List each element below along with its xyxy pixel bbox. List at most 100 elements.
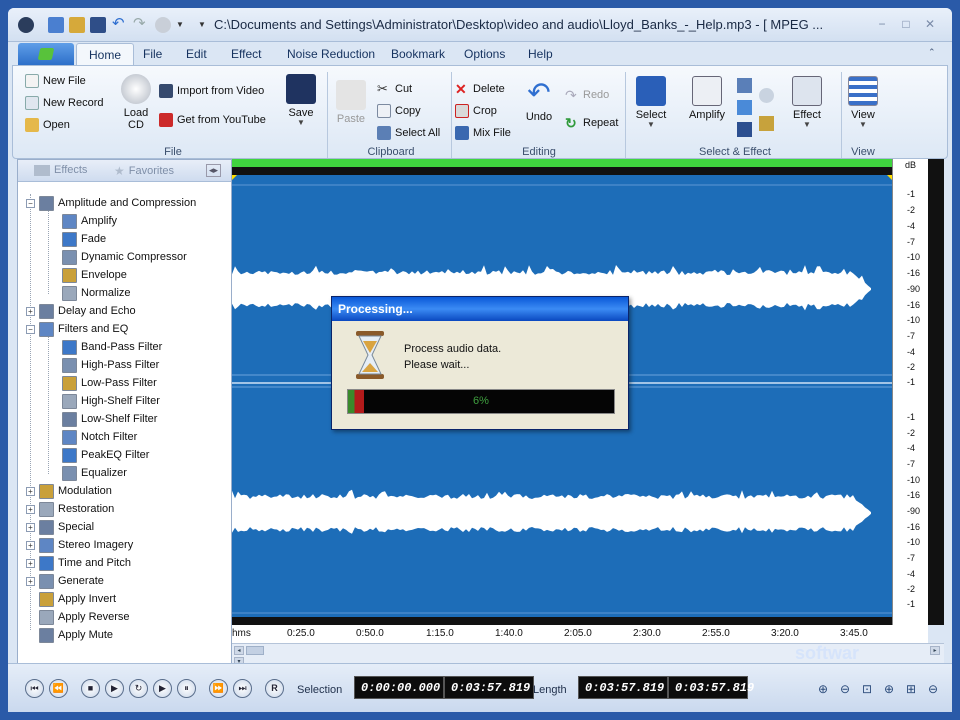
tree-item[interactable]: + Generate [26, 572, 104, 590]
tree-item[interactable]: High-Pass Filter [62, 356, 159, 374]
undo-button[interactable]: ↶ Undo [521, 78, 557, 124]
zoom-out-icon[interactable]: ⊖ [840, 682, 854, 696]
tree-item[interactable]: + Time and Pitch [26, 554, 131, 572]
tree-item[interactable]: + Stereo Imagery [26, 536, 133, 554]
tab-effects[interactable]: Effects [34, 164, 87, 176]
tree-item[interactable]: High-Shelf Filter [62, 392, 160, 410]
selection-end-field[interactable]: 0:03:57.819 [444, 676, 534, 699]
open-folder-icon[interactable] [69, 17, 85, 33]
tree-item[interactable]: Normalize [62, 284, 131, 302]
new-file-button[interactable]: New File [25, 72, 86, 90]
tree-item[interactable]: Apply Invert [26, 590, 116, 608]
tab-favorites[interactable]: ★ Favorites [114, 164, 174, 178]
cd-icon[interactable] [155, 17, 171, 33]
tree-item[interactable]: − Filters and EQ [26, 320, 128, 338]
tab-noise-reduction[interactable]: Noise Reduction [287, 47, 375, 61]
tree-item[interactable]: Envelope [62, 266, 127, 284]
tree-item[interactable]: + Restoration [26, 500, 114, 518]
mix-file-button[interactable]: Mix File [455, 124, 511, 142]
save-button[interactable]: Save ▼ [283, 74, 319, 127]
tree-expander-icon[interactable]: + [26, 522, 35, 532]
stop-icon[interactable]: ■ [81, 679, 100, 698]
overview-bar[interactable] [232, 159, 892, 167]
paste-button[interactable]: Paste [333, 80, 369, 125]
effect-button[interactable]: Effect ▼ [789, 76, 825, 129]
qat-customize-icon[interactable]: ▼ [198, 17, 214, 33]
delete-button[interactable]: ✕ Delete [455, 80, 505, 98]
tree-item[interactable]: PeakEQ Filter [62, 446, 149, 464]
go-to-end-icon[interactable]: ⏭ [233, 679, 252, 698]
load-cd-button[interactable]: Load CD [119, 74, 153, 131]
select-all-button[interactable]: Select All [377, 124, 440, 142]
tab-effect[interactable]: Effect [231, 47, 261, 61]
new-record-button[interactable]: New Record [25, 94, 104, 112]
tree-expander-icon[interactable]: − [26, 198, 35, 208]
cut-button[interactable]: ✂ Cut [377, 80, 412, 98]
effect-small-icon-5[interactable] [737, 122, 752, 137]
tree-expander-icon[interactable]: + [26, 558, 35, 568]
tab-home[interactable]: Home [76, 43, 135, 67]
total-length-field[interactable]: 0:03:57.819 [668, 676, 754, 699]
tree-expander-icon[interactable]: + [26, 576, 35, 586]
tree-expander-icon[interactable]: − [26, 324, 35, 334]
play-icon[interactable]: ▶ [105, 679, 124, 698]
new-file-icon[interactable] [48, 17, 64, 33]
tree-expander-icon[interactable]: + [26, 486, 35, 496]
tree-item[interactable]: Band-Pass Filter [62, 338, 162, 356]
tree-item[interactable]: Fade [62, 230, 106, 248]
tab-options[interactable]: Options [464, 47, 505, 61]
record-button[interactable]: R [265, 679, 284, 698]
tree-expander-icon[interactable]: + [26, 504, 35, 514]
tree-item[interactable]: Low-Shelf Filter [62, 410, 157, 428]
close-icon[interactable]: ✕ [924, 18, 936, 30]
zoom-in-icon[interactable]: ⊕ [818, 682, 832, 696]
amplify-button[interactable]: Amplify [687, 76, 727, 121]
tab-bookmark[interactable]: Bookmark [391, 47, 445, 61]
fast-forward-icon[interactable]: ⏩ [209, 679, 228, 698]
redo-icon[interactable]: ↷ [133, 16, 149, 33]
zoom-vertical-out-icon[interactable]: ⊖ [928, 682, 942, 696]
tree-item[interactable]: Amplify [62, 212, 117, 230]
zoom-selection-icon[interactable]: ⊡ [862, 682, 876, 696]
loop-icon[interactable]: ↻ [129, 679, 148, 698]
select-button[interactable]: Select ▼ [633, 76, 669, 129]
application-menu-button[interactable] [18, 43, 74, 65]
tree-item[interactable]: + Special [26, 518, 94, 536]
get-from-youtube-button[interactable]: Get from YouTube [159, 111, 266, 129]
time-ruler[interactable]: hms 0:25.0 0:50.0 1:15.0 1:40.0 2:05.0 2:30.0 2… [232, 625, 928, 643]
pause-icon[interactable]: ⏸ [177, 679, 196, 698]
sidebar-scroll-tabs-icon[interactable]: ◂▸ [206, 164, 222, 177]
open-button[interactable]: Open [25, 116, 70, 134]
qat-dropdown-icon[interactable]: ▼ [176, 17, 192, 33]
tree-item[interactable]: Apply Mute [26, 626, 113, 644]
view-button[interactable]: View ▼ [845, 76, 881, 129]
play-selection-icon[interactable]: ▶ [153, 679, 172, 698]
tree-item[interactable]: Low-Pass Filter [62, 374, 157, 392]
effect-small-icon-1[interactable] [737, 78, 752, 93]
effect-small-icon-3[interactable] [737, 100, 752, 115]
tree-item[interactable]: Equalizer [62, 464, 127, 482]
tree-item[interactable]: Notch Filter [62, 428, 137, 446]
tree-item[interactable]: − Amplitude and Compression [26, 194, 196, 212]
scroll-thumb[interactable] [246, 646, 264, 655]
effect-small-icon-2[interactable] [759, 88, 774, 103]
go-to-start-icon[interactable]: ⏮ [25, 679, 44, 698]
length-field[interactable]: 0:03:57.819 [578, 676, 668, 699]
scroll-left-arrow-icon[interactable]: ◂ [234, 646, 244, 655]
minimize-icon[interactable]: − [876, 18, 888, 30]
effect-small-icon-4[interactable] [759, 116, 774, 131]
selection-start-field[interactable]: 0:00:00.000 [354, 676, 444, 699]
save-icon[interactable] [90, 17, 106, 33]
repeat-button[interactable]: ↻ Repeat [565, 114, 618, 132]
tree-item[interactable]: Dynamic Compressor [62, 248, 187, 266]
ribbon-collapse-icon[interactable]: ⌃ [928, 47, 936, 58]
rewind-icon[interactable]: ⏪ [49, 679, 68, 698]
tree-item[interactable]: Apply Reverse [26, 608, 130, 626]
import-from-video-button[interactable]: Import from Video [159, 82, 264, 100]
scroll-right-arrow-icon[interactable]: ▸ [930, 646, 940, 655]
zoom-fit-icon[interactable]: ⊞ [906, 682, 920, 696]
zoom-vertical-in-icon[interactable]: ⊕ [884, 682, 898, 696]
redo-button[interactable]: ↷ Redo [565, 86, 609, 104]
tree-expander-icon[interactable]: + [26, 306, 35, 316]
tab-help[interactable]: Help [528, 47, 553, 61]
